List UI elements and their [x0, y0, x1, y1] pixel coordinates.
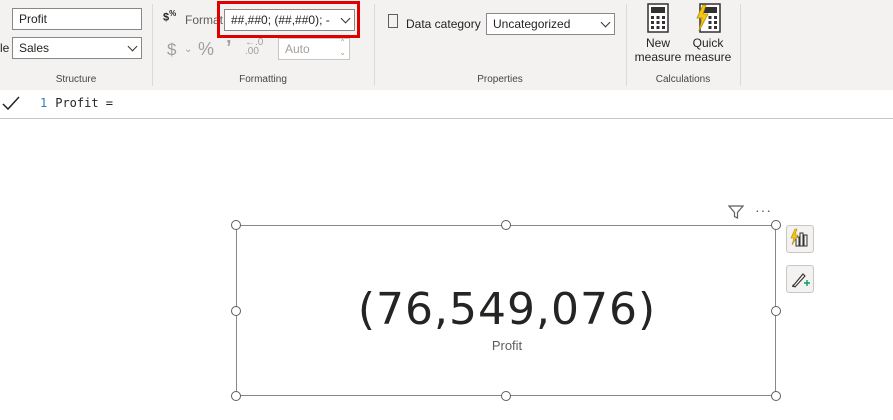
format-highlight-box: [217, 1, 360, 38]
percent-button[interactable]: %: [198, 39, 214, 60]
new-measure-label-1: New: [645, 36, 670, 50]
card-value: (76,549,076): [357, 284, 657, 335]
resize-handle-left[interactable]: [231, 306, 241, 316]
data-category-label: Data category: [406, 17, 481, 31]
currency-button[interactable]: $: [167, 40, 176, 60]
quick-measure-icon: [696, 3, 721, 33]
structure-group-label: Structure: [55, 74, 97, 85]
chevron-down-icon: [600, 17, 611, 28]
formula-text[interactable]: 1 Profit =: [40, 96, 113, 110]
home-table-select[interactable]: Sales: [12, 37, 142, 59]
quick-measure-label-2: measure: [684, 50, 732, 64]
resize-handle-bottom-left[interactable]: [231, 391, 241, 401]
format-icon: $%: [163, 9, 177, 24]
quick-measure-button[interactable]: Quick measure: [684, 3, 732, 64]
build-visual-button[interactable]: [786, 225, 814, 253]
data-category-select[interactable]: Uncategorized: [486, 13, 615, 35]
quick-measure-label-1: Quick: [692, 36, 724, 50]
resize-handle-top-right[interactable]: [771, 220, 781, 230]
resize-handle-bottom-right[interactable]: [771, 391, 781, 401]
decimal-places-value: Auto: [285, 42, 310, 56]
decimal-places-input[interactable]: Auto ⌃ ⌄: [278, 38, 350, 60]
resize-handle-right[interactable]: [771, 306, 781, 316]
home-table-value: Sales: [19, 41, 50, 55]
new-measure-label-2: measure: [634, 50, 682, 64]
commit-check-icon[interactable]: [2, 96, 20, 112]
group-divider: [740, 4, 741, 86]
spinner-icon[interactable]: ⌃ ⌄: [339, 39, 346, 58]
data-category-icon: [388, 14, 398, 28]
ribbon: Profit le Sales Structure $% Format ##,#…: [0, 0, 893, 91]
filter-icon[interactable]: [728, 205, 744, 219]
decimal-places-icon[interactable]: ←.0.00: [245, 38, 263, 57]
format-visual-button[interactable]: [786, 265, 814, 293]
formula-bar[interactable]: 1 Profit =: [0, 90, 893, 119]
resize-handle-top[interactable]: [501, 220, 511, 230]
card-label: Profit: [491, 338, 523, 353]
calculator-icon: [647, 3, 669, 33]
home-table-label: le: [0, 41, 10, 55]
new-measure-button[interactable]: New measure: [634, 3, 682, 64]
resize-handle-top-left[interactable]: [231, 220, 241, 230]
calculations-group-label: Calculations: [655, 74, 711, 85]
resize-handle-bottom[interactable]: [501, 391, 511, 401]
more-options-icon[interactable]: ···: [755, 202, 772, 218]
formatting-group-label: Formatting: [239, 74, 287, 85]
paintbrush-icon: [792, 273, 810, 288]
data-category-value: Uncategorized: [493, 17, 571, 31]
formula-line-1: Profit =: [55, 96, 114, 110]
build-visual-icon: [790, 228, 808, 247]
card-visual[interactable]: (76,549,076) Profit: [236, 225, 776, 396]
currency-chevron-icon: ⌄: [184, 44, 193, 55]
chevron-down-icon: [127, 41, 138, 52]
measure-name-input[interactable]: Profit: [12, 8, 142, 30]
comma-button[interactable]: ’: [226, 37, 232, 60]
measure-name-value: Profit: [19, 12, 48, 26]
properties-group-label: Properties: [477, 74, 523, 85]
line-number: 1: [40, 96, 48, 110]
